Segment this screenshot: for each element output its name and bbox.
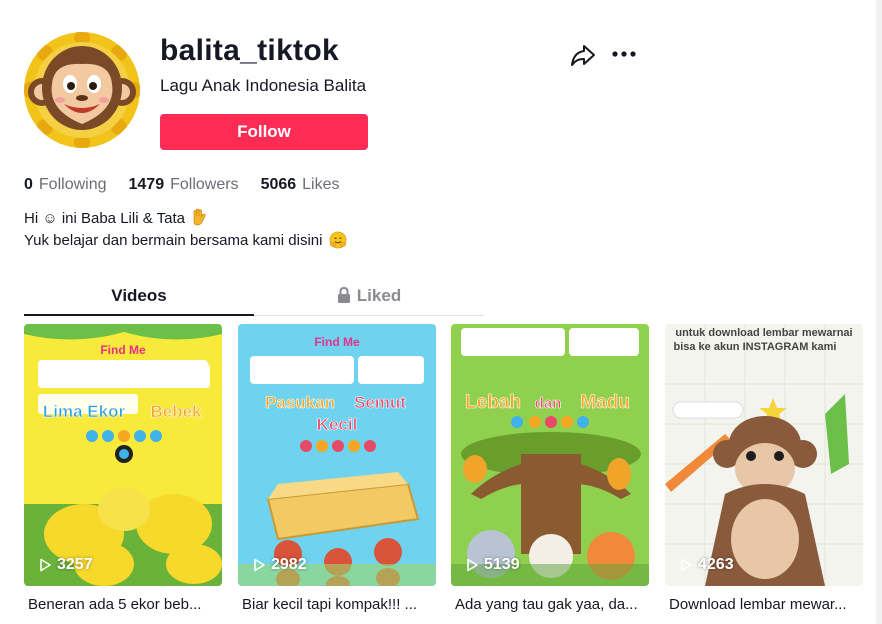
- video-views: 3257: [38, 556, 93, 574]
- video-views: 4263: [679, 556, 734, 574]
- more-options-icon[interactable]: [610, 42, 638, 66]
- stat-followers[interactable]: 1479 Followers: [129, 176, 239, 194]
- thumb-title-line-1: untuk download lembar mewarnai: [675, 327, 852, 339]
- profile-tabs: Videos Liked: [24, 282, 484, 316]
- bio-line-2-text: Yuk belajar dan bermain bersama kami dis…: [24, 232, 323, 249]
- hugging-face-icon: [329, 231, 347, 249]
- video-view-count: 3257: [57, 556, 93, 573]
- video-caption[interactable]: Ada yang tau gak yaa, da...: [451, 596, 649, 613]
- waving-hand-icon: [193, 208, 206, 226]
- video-thumbnail-text: Lebah dan Madu: [465, 392, 630, 414]
- thumb-title-line-1: Pasukan: [265, 393, 335, 412]
- video-caption[interactable]: Beneran ada 5 ekor beb...: [24, 596, 222, 613]
- followers-label: Followers: [170, 176, 239, 193]
- active-tab-indicator: [24, 314, 254, 316]
- tab-videos[interactable]: Videos: [24, 282, 254, 316]
- thumb-find-me: Find Me: [100, 343, 146, 357]
- following-label: Following: [38, 176, 107, 193]
- thumb-title-line-2: Semut: [354, 393, 406, 412]
- thumb-find-me: Find Me: [314, 335, 360, 349]
- thumb-title-line-2: Bebek: [150, 402, 202, 421]
- thumb-title-line-1: Lebah: [465, 392, 521, 413]
- video-views: 2982: [252, 556, 307, 574]
- share-icon[interactable]: [570, 42, 596, 68]
- video-thumbnail-text: untuk download lembar mewarnai bisa ke a…: [673, 327, 852, 353]
- stat-likes: 5066 Likes: [261, 176, 340, 194]
- video-card[interactable]: Find Me Lima Ekor Bebek 3257: [24, 324, 222, 586]
- avatar[interactable]: [24, 32, 140, 148]
- play-icon: [681, 558, 692, 572]
- thumb-title-line-3: Kecil: [317, 415, 358, 434]
- video-view-count: 5139: [484, 556, 520, 573]
- bio-line-1: Hi ☺ ini Baba Lili & Tata: [24, 208, 347, 230]
- video-caption[interactable]: Biar kecil tapi kompak!!! ...: [238, 596, 436, 613]
- tab-liked[interactable]: Liked: [254, 282, 484, 316]
- followers-count: 1479: [128, 176, 165, 193]
- profile-nickname: Lagu Anak Indonesia Balita: [160, 76, 367, 95]
- video-thumbnail-text: Find Me Lima Ekor Bebek: [43, 343, 203, 421]
- video-views: 5139: [465, 556, 520, 574]
- video-view-count: 2982: [271, 556, 307, 573]
- profile-stats: 0 Following 1479 Followers 5066 Likes: [24, 176, 340, 194]
- monkey-avatar-icon: [24, 32, 140, 148]
- video-thumbnail-text: Find Me Pasukan Semut Kecil: [265, 335, 407, 434]
- following-count: 0: [24, 176, 33, 193]
- play-icon: [40, 558, 51, 572]
- play-icon: [254, 558, 265, 572]
- bio-line-2: Yuk belajar dan bermain bersama kami dis…: [24, 230, 347, 252]
- bio-line-1-text: Hi ☺ ini Baba Lili & Tata: [24, 210, 185, 227]
- thumb-title-line-3: Madu: [580, 392, 630, 413]
- video-view-count: 4263: [698, 556, 734, 573]
- likes-count: 5066: [260, 176, 297, 193]
- follow-button[interactable]: Follow: [160, 114, 368, 150]
- play-icon: [467, 558, 478, 572]
- stat-following[interactable]: 0 Following: [24, 176, 107, 194]
- page-scrollbar[interactable]: [876, 0, 882, 624]
- video-card[interactable]: Find Me Pasukan Semut Kecil 2982: [238, 324, 436, 586]
- thumb-title-line-2: dan: [535, 395, 562, 412]
- tab-liked-label: Liked: [356, 286, 402, 305]
- video-card[interactable]: Lebah dan Madu 5139: [451, 324, 649, 586]
- profile-username: balita_tiktok: [160, 34, 339, 67]
- likes-label: Likes: [302, 176, 340, 193]
- profile-bio: Hi ☺ ini Baba Lili & Tata Yuk belajar da…: [24, 208, 347, 252]
- thumb-title-line-2: bisa ke akun INSTAGRAM kami: [673, 341, 836, 353]
- thumb-title-line-1: Lima Ekor: [43, 402, 126, 421]
- tab-videos-label: Videos: [111, 286, 167, 305]
- video-caption[interactable]: Download lembar mewar...: [665, 596, 863, 613]
- video-card[interactable]: untuk download lembar mewarnai bisa ke a…: [665, 324, 863, 586]
- lock-icon: [337, 287, 350, 303]
